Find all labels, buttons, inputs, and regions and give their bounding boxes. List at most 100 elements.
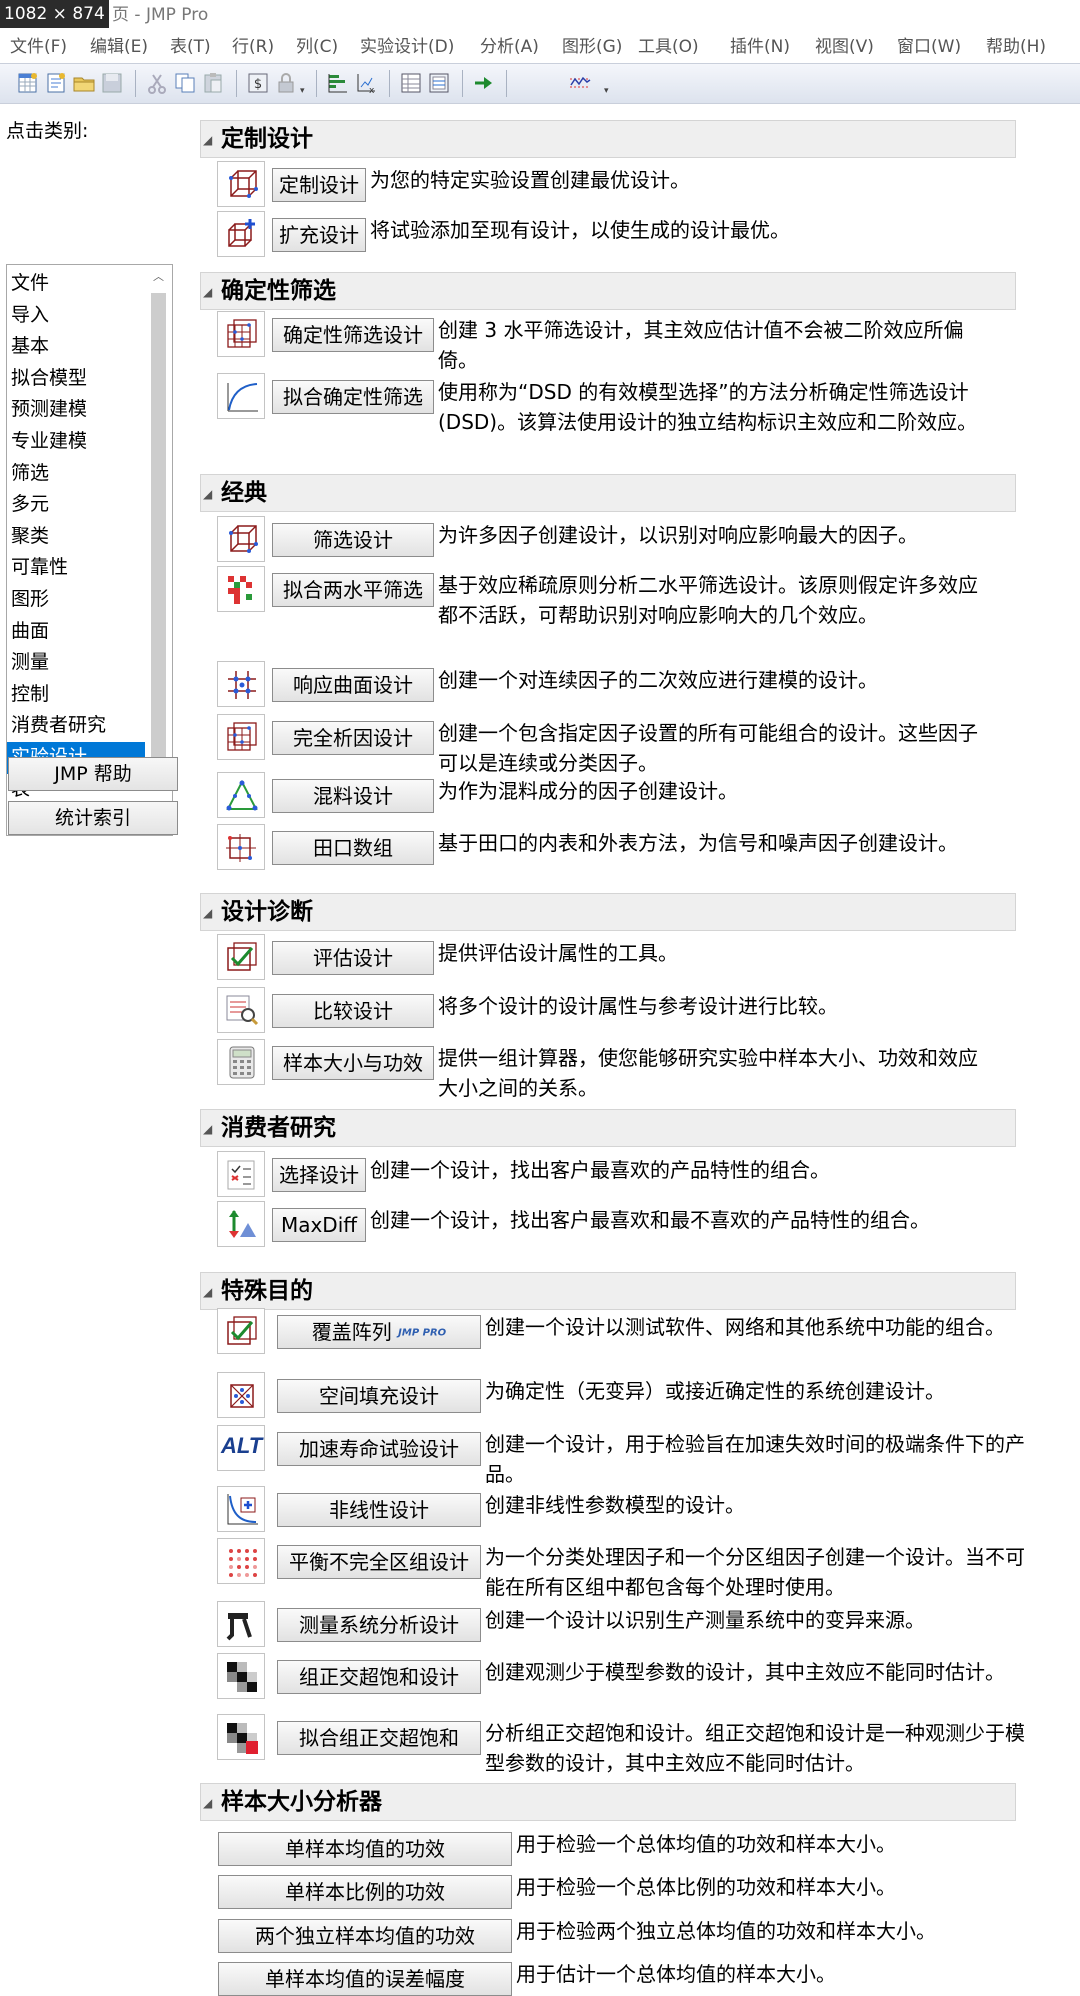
section-header[interactable]: ◢ 设计诊断 [200,893,1016,931]
design-button[interactable]: 覆盖阵列 JMP PRO [277,1315,481,1349]
category-item[interactable]: 聚类 [7,521,145,553]
two-level-screening-icon [217,566,265,612]
design-button[interactable]: MaxDiff [272,1208,366,1242]
distribution-icon[interactable] [326,71,350,95]
category-item[interactable]: 多元 [7,489,145,521]
scroll-up-icon[interactable]: ︿ [151,267,166,287]
category-item[interactable]: 可靠性 [7,552,145,584]
section-header[interactable]: ◢ 样本大小分析器 [200,1783,1016,1821]
design-button[interactable]: 完全析因设计 [272,721,434,755]
design-button[interactable]: 拟合两水平筛选 [272,573,434,607]
menu-item-11[interactable]: 窗口(W) [897,31,961,63]
design-button[interactable]: 单样本均值的功效 [218,1832,512,1866]
design-description: 基于效应稀疏原则分析二水平筛选设计。该原则假定许多效应都不活跃，可帮助识别对响应… [438,573,978,627]
design-button[interactable]: 非线性设计 [277,1493,481,1527]
category-item[interactable]: 消费者研究 [7,710,145,742]
category-item[interactable]: 图形 [7,584,145,616]
design-button[interactable]: 比较设计 [272,994,434,1028]
category-item[interactable]: 测量 [7,647,145,679]
menu-item-1[interactable]: 编辑(E) [90,31,148,63]
menu-item-9[interactable]: 插件(N) [730,31,790,63]
design-button[interactable]: 响应曲面设计 [272,668,434,702]
design-button[interactable]: 确定性筛选设计 [272,318,434,352]
open-folder-icon[interactable] [72,71,96,95]
section-title: 消费者研究 [221,1115,336,1141]
design-button[interactable]: 测量系统分析设计 [277,1608,481,1642]
scrollbar-thumb[interactable] [151,293,166,781]
design-button[interactable]: 空间填充设计 [277,1379,481,1413]
stats-index-button[interactable]: 统计索引 [8,801,178,835]
save-icon[interactable] [100,71,124,95]
collapse-triangle-icon[interactable]: ◢ [203,487,212,501]
paste-icon[interactable] [201,71,225,95]
section-header[interactable]: ◢ 特殊目的 [200,1272,1016,1310]
formula-icon[interactable]: $ [246,71,270,95]
menu-item-0[interactable]: 文件(F) [10,31,67,63]
design-button[interactable]: 定制设计 [272,168,366,202]
cube-design-icon [217,161,265,207]
design-button[interactable]: 拟合确定性筛选 [272,380,434,414]
design-description: 基于田口的内表和外表方法，为信号和噪声因子创建设计。 [438,831,958,855]
category-item[interactable]: 预测建模 [7,394,145,426]
category-item[interactable]: 导入 [7,300,145,332]
collapse-triangle-icon[interactable]: ◢ [203,133,212,147]
design-button[interactable]: 选择设计 [272,1158,366,1192]
design-button[interactable]: 加速寿命试验设计 [277,1432,481,1466]
section-header[interactable]: ◢ 定制设计 [200,120,1016,158]
cut-icon[interactable] [145,71,169,95]
category-scrollbar[interactable]: ︿ ﹀ [145,265,172,835]
collapse-triangle-icon[interactable]: ◢ [203,1796,212,1810]
jmp-pro-badge: JMP PRO [398,1327,447,1339]
design-description: 为许多因子创建设计，以识别对响应影响最大的因子。 [438,523,918,547]
design-button[interactable]: 扩充设计 [272,218,366,252]
design-button[interactable]: 混料设计 [272,779,434,813]
design-button[interactable]: 评估设计 [272,941,434,975]
design-button[interactable]: 平衡不完全区组设计 [277,1545,481,1579]
menu-item-2[interactable]: 表(T) [170,31,211,63]
collapse-triangle-icon[interactable]: ◢ [203,285,212,299]
category-item[interactable]: 控制 [7,679,145,711]
run-script-icon[interactable] [472,71,496,95]
design-button[interactable]: 两个独立样本均值的功效 [218,1919,512,1953]
menu-item-8[interactable]: 工具(O) [638,31,699,63]
design-button[interactable]: 单样本均值的误差幅度 [218,1962,512,1996]
collapse-triangle-icon[interactable]: ◢ [203,1285,212,1299]
design-button[interactable]: 田口数组 [272,831,434,865]
taguchi-icon [217,824,265,870]
collapse-triangle-icon[interactable]: ◢ [203,1122,212,1136]
new-script-icon[interactable] [44,71,68,95]
category-item[interactable]: 文件 [7,268,145,300]
category-item[interactable]: 曲面 [7,616,145,648]
design-button[interactable]: 筛选设计 [272,523,434,557]
category-list[interactable]: 文件 导入 基本 拟合模型 预测建模 专业建模 筛选 多元 聚类 可靠性 图形 曲面 测量 控制 消费者研究… [6,264,173,836]
category-item[interactable]: 拟合模型 [7,363,145,395]
section-header[interactable]: ◢ 消费者研究 [200,1109,1016,1147]
jmp-help-button[interactable]: JMP 帮助 [8,757,178,791]
section-header[interactable]: ◢ 经典 [200,474,1016,512]
graph-builder-icon[interactable] [427,71,451,95]
design-button[interactable]: 拟合组正交超饱和 [277,1721,481,1755]
design-button[interactable]: 单样本比例的功效 [218,1875,512,1909]
control-chart-icon[interactable] [568,71,592,95]
menu-item-10[interactable]: 视图(V) [815,31,874,63]
category-item[interactable]: 筛选 [7,458,145,490]
copy-icon[interactable] [173,71,197,95]
menu-item-4[interactable]: 列(C) [296,31,338,63]
design-button[interactable]: 样本大小与功效 [272,1046,434,1080]
menu-item-3[interactable]: 行(R) [232,31,274,63]
tabulate-icon[interactable] [399,71,423,95]
menu-item-12[interactable]: 帮助(H) [986,31,1046,63]
new-data-table-icon[interactable] [16,71,40,95]
lock-icon[interactable] [274,71,298,95]
fit-y-by-x-icon[interactable]: x [354,71,378,95]
menu-item-7[interactable]: 图形(G) [562,31,622,63]
design-button[interactable]: 组正交超饱和设计 [277,1660,481,1694]
menu-item-5[interactable]: 实验设计(D) [360,31,454,63]
collapse-triangle-icon[interactable]: ◢ [203,906,212,920]
augment-design-icon [217,211,265,257]
section-header[interactable]: ◢ 确定性筛选 [200,272,1016,310]
design-description: 创建一个设计，找出客户最喜欢和最不喜欢的产品特性的组合。 [370,1208,930,1232]
menu-item-6[interactable]: 分析(A) [480,31,539,63]
category-item[interactable]: 专业建模 [7,426,145,458]
category-item[interactable]: 基本 [7,331,145,363]
